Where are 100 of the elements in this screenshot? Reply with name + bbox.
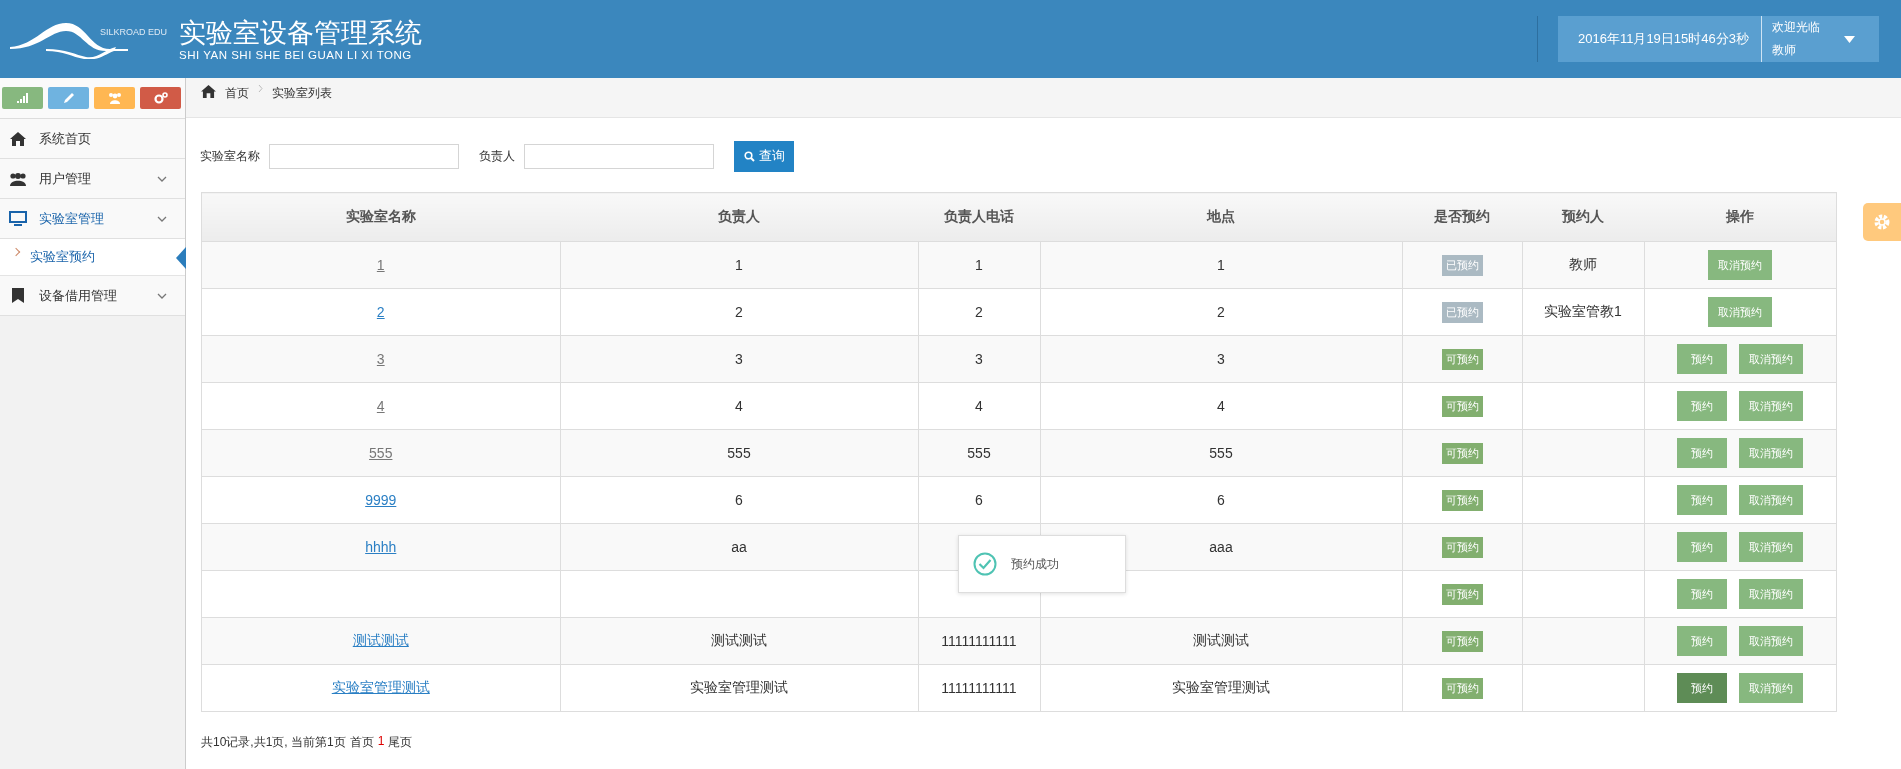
sidebar-label: 系统首页	[39, 129, 92, 148]
sidebar-item[interactable]: 实验室管理	[0, 199, 185, 239]
settings-icon	[1873, 213, 1891, 231]
status-label: 可预约	[1441, 348, 1483, 370]
action-button[interactable]: 取消预约	[1739, 344, 1804, 374]
table-cell: 555	[967, 445, 991, 461]
action-button[interactable]: 预约	[1677, 344, 1728, 374]
field-label: 实验室名称	[200, 147, 260, 165]
chevron-down-icon	[157, 292, 167, 299]
table-cell: 11111111111	[941, 633, 1017, 649]
action-button[interactable]: 预约	[1677, 579, 1728, 609]
lab-name-link[interactable]: 9999	[365, 492, 397, 508]
action-button[interactable]: 预约	[1677, 438, 1728, 468]
sidebar-item[interactable]: 系统首页	[0, 119, 185, 159]
lab-name-link[interactable]: 2	[376, 304, 385, 320]
column-header: 负责人	[718, 208, 760, 224]
last-page-link[interactable]: 尾页	[388, 734, 413, 751]
lab-name-link[interactable]: 1	[376, 257, 385, 273]
action-button[interactable]: 取消预约	[1708, 297, 1773, 327]
table-cell: 实验室管理测试	[1172, 679, 1270, 695]
action-button[interactable]: 取消预约	[1739, 579, 1804, 609]
column-header: 地点	[1207, 208, 1235, 224]
status-label: 可预约	[1441, 583, 1483, 605]
table-cell: 4	[975, 398, 983, 414]
shortcut-button[interactable]	[2, 87, 43, 109]
table-cell: 4	[1217, 398, 1225, 414]
search-button[interactable]: 查询	[734, 140, 794, 172]
pencil-icon	[62, 92, 75, 104]
action-button[interactable]: 取消预约	[1739, 673, 1804, 703]
field-label: 负责人	[479, 147, 515, 165]
app-title: 实验室设备管理系统	[179, 17, 423, 49]
lab-name-link[interactable]: 实验室管理测试	[331, 679, 430, 695]
current-page[interactable]: 1	[377, 734, 385, 751]
monitor-icon	[8, 211, 28, 226]
action-button[interactable]: 取消预约	[1739, 391, 1804, 421]
table-cell: aaa	[1209, 539, 1233, 555]
input-field[interactable]	[524, 143, 714, 169]
pagination-summary: 共10记录,共1页, 当前第1页	[201, 734, 346, 751]
table-cell: 1	[735, 257, 743, 273]
chevron-down-icon	[157, 215, 167, 222]
separator-icon	[258, 85, 263, 92]
table-cell: 实验室管教1	[1544, 303, 1622, 319]
table-cell: 11111111111	[941, 680, 1017, 696]
sidebar-label: 设备借用管理	[39, 286, 118, 305]
bar-chart-icon	[16, 93, 29, 103]
breadcrumb-link[interactable]: 首页	[225, 85, 249, 102]
table-cell: 3	[1217, 351, 1225, 367]
action-button[interactable]: 预约	[1677, 485, 1728, 515]
chevron-down-icon	[157, 175, 167, 182]
action-button[interactable]: 取消预约	[1739, 532, 1804, 562]
status-label: 已预约	[1441, 301, 1483, 323]
status-label: 可预约	[1441, 677, 1483, 699]
shortcut-button[interactable]	[48, 87, 89, 109]
table-cell: 测试测试	[1193, 632, 1249, 648]
lab-name-link[interactable]: 555	[369, 445, 393, 461]
datetime-display: 2016年11月19日15时46分3秒	[1557, 16, 1761, 62]
table-cell: 555	[1209, 445, 1233, 461]
column-header: 负责人电话	[944, 208, 1014, 224]
users-icon	[8, 171, 28, 186]
settings-tab[interactable]	[1863, 203, 1901, 241]
column-header: 预约人	[1562, 208, 1604, 224]
lab-name-link[interactable]: 测试测试	[352, 632, 409, 648]
status-label: 可预约	[1441, 536, 1483, 558]
table-cell: 2	[735, 304, 743, 320]
caret-icon	[1844, 35, 1855, 43]
home-icon	[201, 85, 216, 98]
table-cell: 1	[975, 257, 983, 273]
input-field[interactable]	[269, 143, 459, 169]
app-subtitle: SHI YAN SHI SHE BEI GUAN LI XI TONG	[179, 49, 413, 61]
user-name: 教师	[1772, 42, 1797, 59]
lab-name-link[interactable]: 3	[376, 351, 385, 367]
brand-name: SILKROAD EDU	[100, 27, 168, 37]
sidebar-item[interactable]: 设备借用管理	[0, 276, 185, 316]
first-page-link[interactable]: 首页	[349, 734, 374, 751]
status-label: 可预约	[1441, 395, 1483, 417]
action-button[interactable]: 取消预约	[1708, 250, 1773, 280]
action-button[interactable]: 取消预约	[1739, 485, 1804, 515]
sidebar-subitem[interactable]: 实验室预约	[0, 239, 185, 276]
shortcut-button[interactable]	[94, 87, 135, 109]
action-button[interactable]: 预约	[1677, 673, 1728, 703]
action-button[interactable]: 预约	[1677, 532, 1728, 562]
table-cell: 1	[1217, 257, 1225, 273]
lab-name-link[interactable]: hhhh	[365, 539, 397, 555]
table-cell: 2	[1217, 304, 1225, 320]
sidebar-item[interactable]: 用户管理	[0, 159, 185, 199]
table-cell: 4	[735, 398, 743, 414]
sidebar-label: 用户管理	[39, 169, 92, 188]
action-button[interactable]: 预约	[1677, 626, 1728, 656]
action-button[interactable]: 取消预约	[1739, 626, 1804, 656]
action-button[interactable]: 取消预约	[1739, 438, 1804, 468]
search-icon	[743, 150, 755, 162]
action-button[interactable]: 预约	[1677, 391, 1728, 421]
user-menu[interactable]: 欢迎光临 教师	[1761, 16, 1879, 62]
check-circle-icon	[973, 552, 997, 576]
status-label: 可预约	[1441, 489, 1483, 511]
breadcrumb-link[interactable]: 实验室列表	[272, 85, 332, 102]
home-icon	[8, 131, 28, 146]
shortcut-button[interactable]	[140, 87, 181, 109]
lab-name-link[interactable]: 4	[376, 398, 385, 414]
column-header: 是否预约	[1434, 208, 1490, 224]
